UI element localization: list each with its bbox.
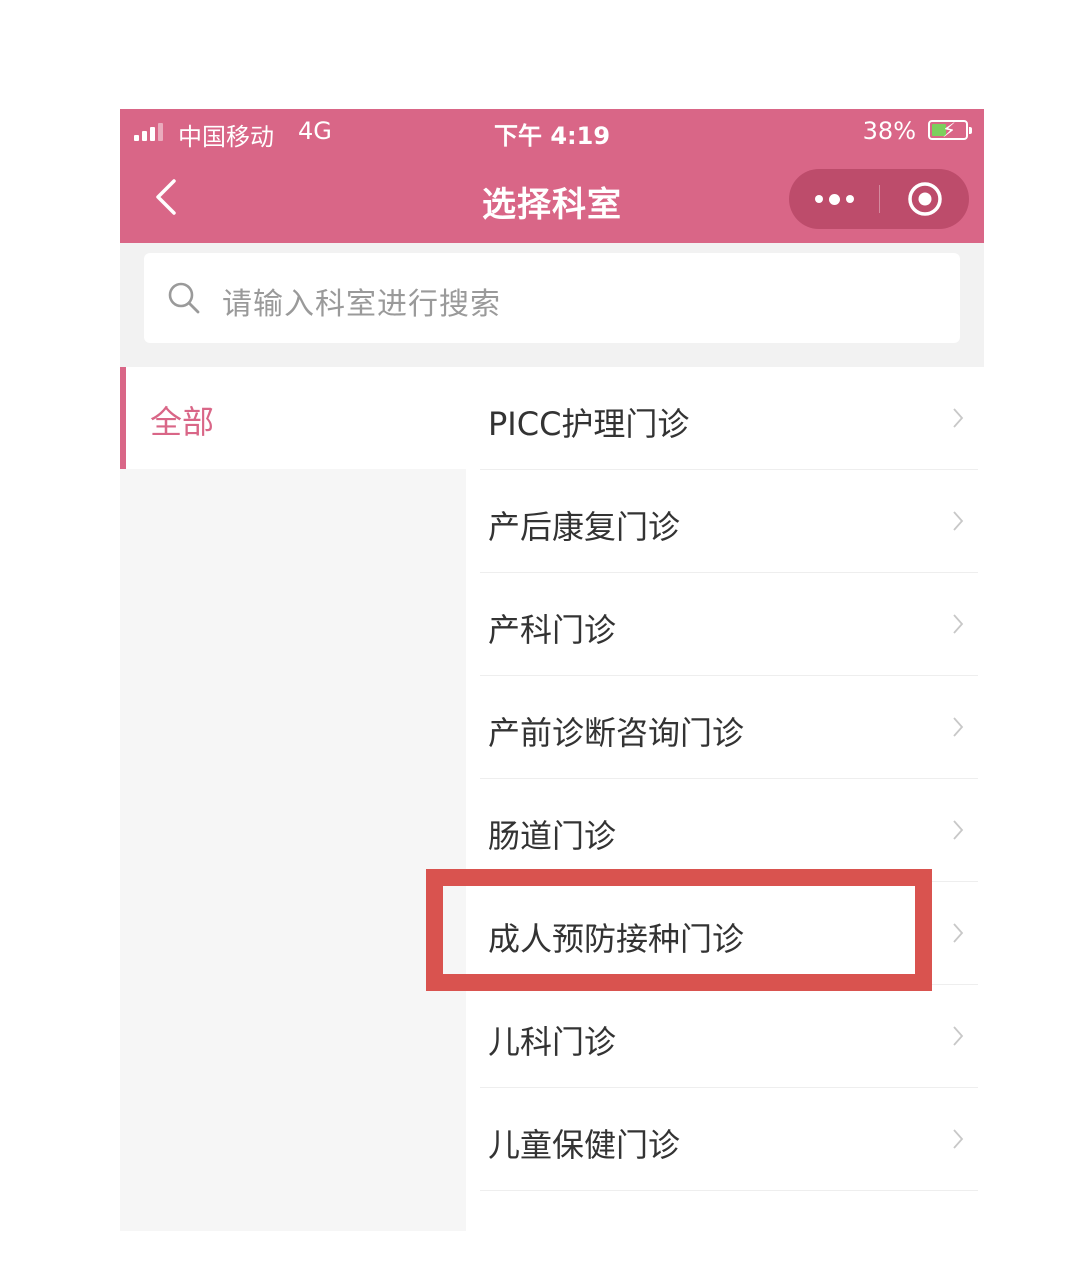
search-placeholder: 请输入科室进行搜索 (222, 287, 501, 322)
chevron-right-icon (953, 614, 964, 634)
navigation-bar: 选择科室 (120, 155, 984, 243)
more-dots-icon (814, 195, 823, 203)
department-list: PICC护理门诊 产后康复门诊 产科门诊 产前诊断咨询门诊 肠道门诊 成人预防接… (466, 367, 984, 1231)
chevron-right-icon (953, 717, 964, 737)
phone-screen: 中国移动 4G 下午 4:19 38% ⚡ 选择科室 请输入科室进行搜索 全部 … (120, 109, 984, 1231)
chevron-right-icon (953, 511, 964, 531)
department-item[interactable]: PICC护理门诊 (466, 367, 984, 470)
department-item[interactable]: 产前诊断咨询门诊 (466, 676, 984, 779)
search-input[interactable]: 请输入科室进行搜索 (144, 253, 960, 343)
battery-percent: 38% (862, 117, 916, 145)
department-label: 产科门诊 (488, 611, 617, 649)
battery-charging-icon: ⚡ (928, 118, 972, 142)
department-label: PICC护理门诊 (488, 405, 690, 443)
more-button[interactable] (789, 169, 879, 229)
department-label: 肠道门诊 (488, 817, 617, 855)
department-label: 产前诊断咨询门诊 (488, 714, 745, 752)
category-label: 全部 (150, 403, 215, 441)
status-bar: 中国移动 4G 下午 4:19 38% ⚡ (120, 109, 984, 155)
department-item[interactable]: 儿童保健门诊 (466, 1088, 984, 1191)
department-label: 成人预防接种门诊 (488, 920, 745, 958)
search-icon (168, 282, 200, 314)
chevron-right-icon (953, 1129, 964, 1149)
department-item-highlighted[interactable]: 成人预防接种门诊 (466, 882, 984, 985)
active-indicator (120, 367, 126, 469)
mini-program-capsule (789, 169, 969, 229)
capsule-divider (879, 185, 880, 213)
department-label: 儿童保健咨询门诊 (488, 1223, 744, 1231)
department-label: 儿童保健门诊 (488, 1126, 681, 1164)
department-label: 产后康复门诊 (488, 508, 681, 546)
search-section: 请输入科室进行搜索 (120, 243, 984, 367)
chevron-right-icon (953, 408, 964, 428)
department-item[interactable]: 儿童保健咨询门诊 (466, 1191, 984, 1231)
department-item[interactable]: 肠道门诊 (466, 779, 984, 882)
department-label: 儿科门诊 (488, 1023, 617, 1061)
category-sidebar: 全部 (120, 367, 466, 1231)
chevron-right-icon (953, 1026, 964, 1046)
chevron-right-icon (953, 820, 964, 840)
department-item[interactable]: 产科门诊 (466, 573, 984, 676)
status-time: 下午 4:19 (493, 122, 611, 150)
category-item-all[interactable]: 全部 (120, 367, 466, 469)
department-item[interactable]: 儿科门诊 (466, 985, 984, 1088)
target-circle-icon[interactable] (907, 181, 943, 217)
chevron-right-icon (953, 923, 964, 943)
department-item[interactable]: 产后康复门诊 (466, 470, 984, 573)
